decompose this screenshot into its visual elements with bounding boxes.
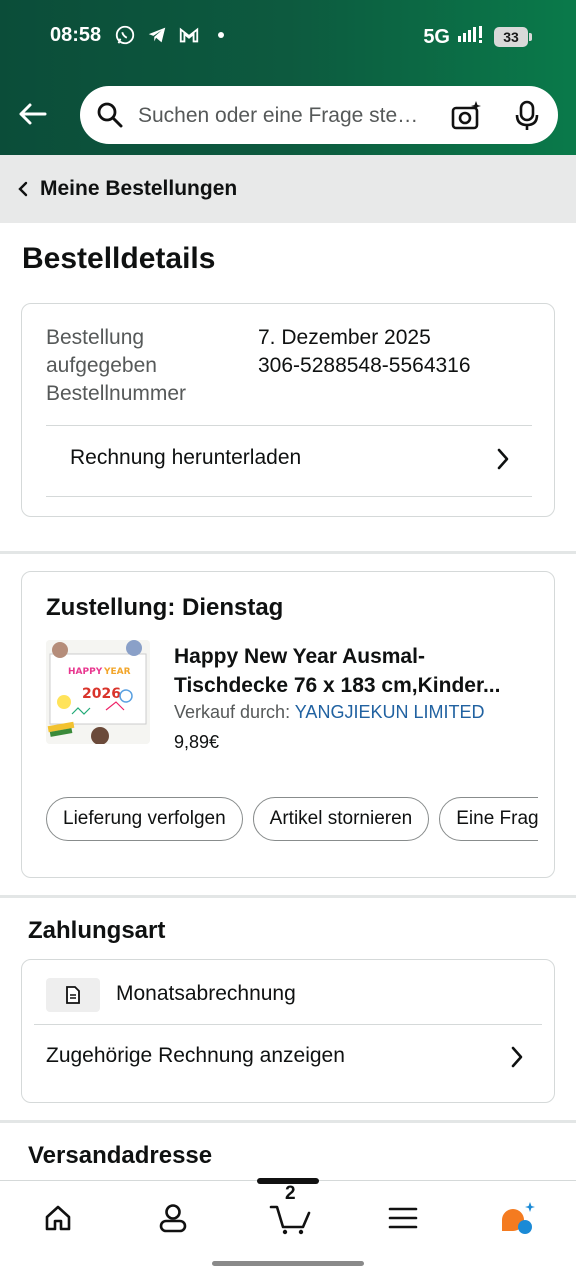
breadcrumb-label[interactable]: Meine Bestellungen — [40, 177, 237, 201]
product-image: HAPPY YEAR 2026 — [46, 640, 150, 744]
telegram-icon — [146, 24, 168, 46]
product-price: 9,89€ — [174, 732, 220, 752]
delivery-title: Zustellung: Dienstag — [46, 594, 284, 621]
app-header: 08:58 5G 33 Suchen oder eine Frage ste… — [0, 0, 576, 155]
seller-prefix: Verkauf durch: — [174, 702, 291, 722]
cancel-item-button[interactable]: Artikel stornieren — [252, 797, 430, 841]
gesture-bar — [212, 1261, 364, 1266]
cart-icon — [269, 1205, 311, 1235]
document-icon — [46, 978, 100, 1012]
bottom-navigation: 2 — [0, 1178, 576, 1280]
product-title-link[interactable]: Happy New Year Ausmal-Tischdecke 76 x 18… — [174, 642, 534, 700]
shipment-card: Zustellung: Dienstag HAPPY YEAR 2026 Hap… — [21, 571, 555, 878]
order-values: 7. Dezember 2025 306-5288548-5564316 — [258, 324, 471, 380]
home-icon — [45, 1205, 71, 1231]
nav-home[interactable] — [30, 1195, 86, 1241]
account-icon — [159, 1204, 187, 1233]
gmail-icon — [178, 24, 200, 46]
divider — [34, 1024, 542, 1025]
product-thumbnail[interactable]: HAPPY YEAR 2026 — [46, 640, 150, 744]
section-separator — [0, 551, 576, 554]
signal-icon — [458, 24, 486, 50]
section-separator — [0, 895, 576, 898]
download-invoice-link[interactable]: Rechnung herunterladen — [70, 446, 301, 470]
menu-icon — [388, 1207, 418, 1229]
chevron-right-icon[interactable] — [494, 446, 512, 477]
back-button[interactable] — [14, 96, 50, 132]
action-pills: Lieferung verfolgen Artikel stornieren Ein… — [46, 797, 538, 841]
ask-question-button[interactable]: Eine Frage stellen — [439, 797, 538, 841]
whatsapp-icon — [114, 24, 136, 46]
track-delivery-button[interactable]: Lieferung verfolgen — [46, 797, 243, 841]
search-placeholder[interactable]: Suchen oder eine Frage ste… — [138, 104, 418, 128]
breadcrumb[interactable]: Meine Bestellungen — [0, 155, 576, 223]
camera-search-icon[interactable] — [450, 100, 482, 137]
divider — [46, 425, 532, 426]
chevron-left-icon — [16, 180, 30, 203]
status-time: 08:58 — [50, 24, 102, 46]
divider — [46, 496, 532, 497]
seller-line: Verkauf durch: YANGJIEKUN LIMITED — [174, 702, 484, 723]
back-arrow-icon — [19, 103, 47, 125]
nav-rufus[interactable] — [490, 1195, 546, 1241]
order-info-card: Bestellung aufgegeben Bestellnummer 7. D… — [21, 303, 555, 517]
chevron-right-icon[interactable] — [508, 1044, 526, 1075]
payment-card: Monatsabrechnung Zugehörige Rechnung anz… — [21, 959, 555, 1103]
order-number-value: 306-5288548-5564316 — [258, 354, 471, 377]
svg-text:YEAR: YEAR — [103, 667, 131, 677]
thumbnail-year: 2026 — [82, 686, 121, 702]
order-labels: Bestellung aufgegeben Bestellnummer — [46, 324, 246, 408]
cart-count-badge: 2 — [285, 1183, 296, 1204]
status-bar: 08:58 5G 33 — [0, 18, 576, 54]
search-bar[interactable]: Suchen oder eine Frage ste… — [80, 86, 558, 144]
microphone-icon[interactable] — [512, 100, 542, 137]
network-label: 5G — [423, 25, 450, 48]
section-separator — [0, 1120, 576, 1123]
order-number-label: Bestellnummer — [46, 382, 187, 405]
nav-menu[interactable] — [375, 1195, 431, 1241]
seller-link[interactable]: YANGJIEKUN LIMITED — [295, 702, 485, 722]
search-icon — [96, 101, 124, 134]
notification-icons — [114, 24, 232, 46]
status-right: 5G 33 — [423, 24, 532, 50]
payment-method: Monatsabrechnung — [116, 982, 296, 1005]
payment-title: Zahlungsart — [28, 917, 166, 944]
order-placed-value: 7. Dezember 2025 — [258, 326, 431, 349]
nav-account[interactable] — [145, 1195, 201, 1241]
page-title: Bestelldetails — [22, 242, 216, 275]
svg-text:HAPPY: HAPPY — [68, 667, 103, 677]
related-invoice-link[interactable]: Zugehörige Rechnung anzeigen — [46, 1044, 345, 1068]
battery-indicator: 33 — [494, 27, 532, 47]
shipping-address-title: Versandadresse — [28, 1142, 213, 1169]
rufus-icon — [502, 1202, 535, 1234]
order-placed-label: Bestellung aufgegeben — [46, 326, 157, 377]
dot-icon — [210, 24, 232, 46]
